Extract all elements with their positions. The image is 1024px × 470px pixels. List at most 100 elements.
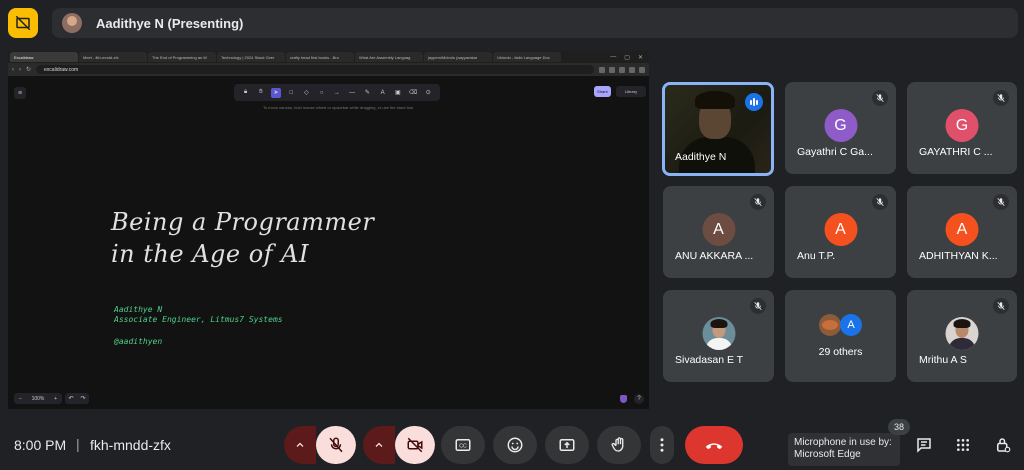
- raise-hand-button[interactable]: [597, 426, 641, 464]
- browser-urlbar: ‹ › ↻ excalidraw.com: [8, 63, 649, 76]
- participant-avatar: G: [945, 109, 979, 142]
- extension-icons[interactable]: [599, 66, 645, 73]
- camera-toggle-button[interactable]: [395, 426, 435, 464]
- more-options-button[interactable]: [650, 426, 674, 464]
- lock-icon[interactable]: 🔒︎: [241, 88, 251, 98]
- address-bar[interactable]: excalidraw.com: [36, 65, 594, 74]
- participant-tile[interactable]: Sivadasan E T: [663, 290, 774, 382]
- others-avatar-photo: [819, 314, 841, 336]
- captions-icon: CC: [455, 439, 471, 451]
- participant-tile[interactable]: G Gayathri C Ga...: [785, 82, 896, 174]
- participant-tile[interactable]: Aadithye N: [662, 82, 774, 176]
- participant-tile[interactable]: A Anu T.P.: [785, 186, 896, 278]
- present-screen-button[interactable]: [545, 426, 589, 464]
- participant-count-badge: 38: [888, 419, 910, 435]
- zoom-in-icon[interactable]: +: [54, 396, 57, 402]
- hamburger-menu-icon[interactable]: ≡: [14, 87, 26, 99]
- ellipse-tool-icon[interactable]: ○: [317, 88, 327, 98]
- mic-off-icon: [872, 194, 888, 210]
- hand-tool-icon[interactable]: ✋︎: [256, 88, 266, 98]
- participant-name: Gayathri C Ga...: [797, 146, 873, 158]
- mic-off-icon: [872, 90, 888, 106]
- selection-tool-icon[interactable]: ➤: [271, 87, 282, 98]
- hang-up-icon: [705, 443, 723, 450]
- meet-window: Aadithye N (Presenting) Excalidraw Meet …: [0, 0, 1024, 470]
- share-button[interactable]: Share: [594, 86, 611, 97]
- participant-name: ANU AKKARA ...: [675, 250, 754, 262]
- undo-icon[interactable]: ↶: [68, 395, 73, 402]
- emoji-icon: [507, 437, 523, 453]
- more-vert-icon: [660, 438, 664, 452]
- meeting-separator: |: [76, 436, 80, 452]
- presenter-avatar: [62, 13, 82, 33]
- participant-name: ADHITHYAN K...: [919, 250, 998, 262]
- camera-options-chevron-icon[interactable]: [363, 426, 395, 464]
- participant-avatar: G: [824, 109, 857, 142]
- participant-tile[interactable]: A ANU AKKARA ...: [663, 186, 774, 278]
- mic-in-use-tooltip: Microphone in use by: Microsoft Edge: [788, 433, 900, 466]
- presenter-banner: Aadithye N (Presenting): [52, 8, 1018, 38]
- present-icon: [559, 439, 575, 451]
- excalidraw-canvas[interactable]: ≡ 🔒︎ ✋︎ ➤ □ ◇ ○ → — ✎ A ▣ ⌫ ⊙ To move ca…: [8, 76, 649, 409]
- diamond-tool-icon[interactable]: ◇: [301, 88, 311, 98]
- browser-tab[interactable]: The End of Programming as W: [148, 52, 216, 62]
- zoom-control[interactable]: − 100% +: [14, 393, 62, 404]
- participant-name: Sivadasan E T: [675, 354, 744, 366]
- chat-icon: [917, 438, 931, 453]
- reactions-button[interactable]: [493, 426, 537, 464]
- others-count-label: 29 others: [818, 346, 863, 358]
- rectangle-tool-icon[interactable]: □: [286, 88, 296, 98]
- participant-avatar: A: [824, 213, 857, 246]
- captions-button[interactable]: CC: [441, 426, 485, 464]
- pencil-tool-icon[interactable]: ✎: [362, 88, 372, 98]
- canvas-hint: To move canvas, hold mouse wheel or spac…: [262, 105, 414, 110]
- arrow-tool-icon[interactable]: →: [332, 88, 342, 98]
- participant-tile[interactable]: G GAYATHRI C ...: [907, 82, 1017, 174]
- more-tools-icon[interactable]: ⊙: [423, 88, 433, 98]
- participant-name: Mrithu A S: [919, 354, 967, 366]
- slide-title: Being a Programmer in the Age of AI: [111, 208, 375, 268]
- others-tile[interactable]: A 29 others: [785, 290, 896, 382]
- reload-icon[interactable]: ↻: [26, 66, 31, 73]
- eraser-tool-icon[interactable]: ⌫: [408, 88, 418, 98]
- shield-icon[interactable]: [620, 395, 627, 403]
- stop-presenting-icon[interactable]: [8, 8, 38, 38]
- participant-tile[interactable]: Mrithu A S: [907, 290, 1017, 382]
- undo-redo-control[interactable]: ↶ ↷: [65, 393, 89, 404]
- speaking-indicator-icon: [745, 93, 763, 111]
- back-icon[interactable]: ‹: [12, 67, 14, 73]
- hand-icon: [611, 437, 624, 452]
- mic-off-icon: [329, 437, 343, 453]
- leave-call-button[interactable]: [685, 426, 743, 464]
- host-controls-button[interactable]: [990, 432, 1016, 458]
- participant-name: Anu T.P.: [797, 250, 836, 262]
- window-controls[interactable]: — ▢ ✕: [610, 54, 649, 61]
- browser-tab[interactable]: Ukiredo - Italic Language Doc: [493, 52, 561, 62]
- mic-off-icon: [750, 298, 766, 314]
- mic-toggle-button[interactable]: [316, 426, 356, 464]
- line-tool-icon[interactable]: —: [347, 88, 357, 98]
- mic-options-chevron-icon[interactable]: [284, 426, 316, 464]
- participant-tile[interactable]: A ADHITHYAN K...: [907, 186, 1017, 278]
- meeting-code: fkh-mndd-zfx: [90, 437, 171, 453]
- library-button[interactable]: Library: [616, 86, 646, 97]
- browser-tab[interactable]: Meet - fkh-mndd-zfx: [79, 52, 147, 62]
- activities-button[interactable]: [950, 432, 976, 458]
- forward-icon[interactable]: ›: [19, 67, 21, 73]
- help-icon[interactable]: ?: [634, 394, 644, 404]
- browser-tab[interactable]: Excalidraw: [10, 52, 78, 62]
- participant-name: Aadithye N: [675, 151, 727, 163]
- mic-off-icon: [993, 194, 1009, 210]
- redo-icon[interactable]: ↷: [80, 395, 85, 402]
- browser-tab[interactable]: crafty head first books - Bro: [286, 52, 354, 62]
- image-tool-icon[interactable]: ▣: [393, 88, 403, 98]
- chat-button[interactable]: [911, 432, 937, 458]
- text-tool-icon[interactable]: A: [378, 88, 388, 98]
- zoom-out-icon[interactable]: −: [19, 396, 22, 402]
- browser-tab[interactable]: jaypem/Mctrols (aayyarakar: [424, 52, 492, 62]
- browser-tab[interactable]: Technology | 2024 Stack Over: [217, 52, 285, 62]
- meeting-time: 8:00 PM: [14, 437, 67, 453]
- zoom-level: 100%: [31, 395, 45, 402]
- participant-photo: [945, 317, 979, 350]
- browser-tab[interactable]: What Are Assembly Languag: [355, 52, 423, 62]
